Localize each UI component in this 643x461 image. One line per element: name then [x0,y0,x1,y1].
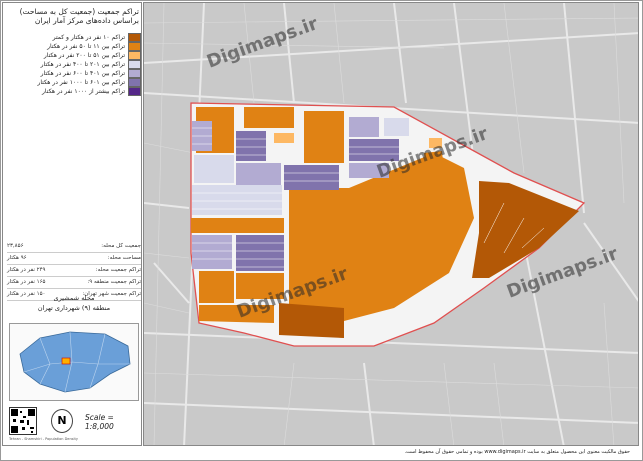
qr-code-icon [9,407,37,435]
stat-value: ۲۳,۸۵۶ [7,243,24,249]
legend-label: تراکم بین ۱۱ تا ۵۰ نفر در هکتار [47,43,125,50]
footer-tools: N Scale = 1:8,000 Tehran - Shamshiri - P… [7,403,141,443]
legend-item: تراکم بین ۱۱ تا ۵۰ نفر در هکتار [7,42,141,51]
legend-swatch [128,42,141,51]
block-orange-s [236,273,284,299]
title-line-2: براساس داده‌های مرکز آمار ایران [34,16,139,25]
block-orange-n2 [244,107,294,128]
block-dark-south [279,303,344,338]
district-name: منطقه (۹) شهرداری تهران [37,304,111,312]
map-canvas[interactable]: Digimaps.ir Digimaps.ir Digimaps.ir Digi… [143,2,639,446]
legend-swatch [128,51,141,60]
title-line-1: تراکم جمعیت (جمعیت کل به مساحت) [19,7,139,16]
block-orange-w [191,218,284,233]
block-orange-s2 [199,305,274,323]
legend-swatch [128,33,141,42]
map-title: تراکم جمعیت (جمعیت کل به مساحت) براساس د… [7,7,139,25]
legend-item: تراکم بین ۶۰۱ تا ۱۰۰۰ نفر در هکتار [7,78,141,87]
block-light-tr [429,138,442,148]
neighborhood-name: محله شمشیری [53,294,95,302]
legend-label: تراکم بین ۵۱ تا ۲۰۰ نفر در هکتار [43,52,125,59]
stat-value: ۲۴۹ نفر در هکتار [7,267,46,273]
legend-item: تراکم بین ۵۱ تا ۲۰۰ نفر در هکتار [7,51,141,60]
stat-label: تراکم جمعیت منطقه ۹: [87,279,141,285]
stat-label: تراکم جمعیت محله: [95,267,141,273]
legend-swatch [128,60,141,69]
legend-item: تراکم بیشتر از ۱۰۰۰ نفر در هکتار [7,87,141,96]
district-highlight [61,357,71,365]
legend-swatch [128,87,141,96]
legend-item: تراکم بین ۴۰۱ تا ۶۰۰ نفر در هکتار [7,69,141,78]
block-orange-tr [424,151,444,173]
legend-label: تراکم بیشتر از ۱۰۰۰ نفر در هکتار [42,88,125,95]
block-orange-ne [304,111,344,163]
stat-label: جمعیت کل محله: [101,243,141,249]
stat-row: تراکم جمعیت محله: ۲۴۹ نفر در هکتار [7,265,141,277]
legend-label: تراکم ۱۰ نفر در هکتار و کمتر [52,34,125,41]
legend-label: تراکم بین ۶۰۱ تا ۱۰۰۰ نفر در هکتار [37,79,125,86]
stat-row: تراکم جمعیت منطقه ۹: ۱۶۵ نفر در هکتار [7,277,141,289]
stat-row: مساحت محله: ۹۶ هکتار [7,253,141,265]
legend-swatch [128,78,141,87]
legend-panel: تراکم جمعیت (جمعیت کل به مساحت) براساس د… [2,2,142,446]
legend-list: تراکم ۱۰ نفر در هکتار و کمتر تراکم بین ۱۱… [7,33,141,96]
block-light-n [274,133,294,143]
north-arrow-icon: N [51,409,73,433]
location-block: محله شمشیری منطقه (۹) شهرداری تهران [7,293,141,313]
copyright-footer: حقوق مالکیت معنوی این محصول متعلق به سای… [404,449,630,455]
legend-item: تراکم بین ۲۰۱ تا ۴۰۰ نفر در هکتار [7,60,141,69]
legend-label: تراکم بین ۴۰۱ تا ۶۰۰ نفر در هکتار [40,70,125,77]
stat-label: مساحت محله: [107,255,141,261]
credit-text: Tehran - Shamshiri - Population Density [9,437,78,441]
legend-item: تراکم ۱۰ نفر در هکتار و کمتر [7,33,141,42]
stat-value: ۱۶۵ نفر در هکتار [7,279,46,285]
stats-table: جمعیت کل محله: ۲۳,۸۵۶ مساحت محله: ۹۶ هکتار ت… [7,241,141,301]
scale-label: Scale = 1:8,000 [85,413,114,431]
stat-row: جمعیت کل محله: ۲۳,۸۵۶ [7,241,141,253]
legend-label: تراکم بین ۲۰۱ تا ۴۰۰ نفر در هکتار [40,61,125,68]
legend-swatch [128,69,141,78]
block-orange-sw [199,271,234,303]
inset-map [9,323,139,401]
stat-value: ۹۶ هکتار [7,255,27,261]
